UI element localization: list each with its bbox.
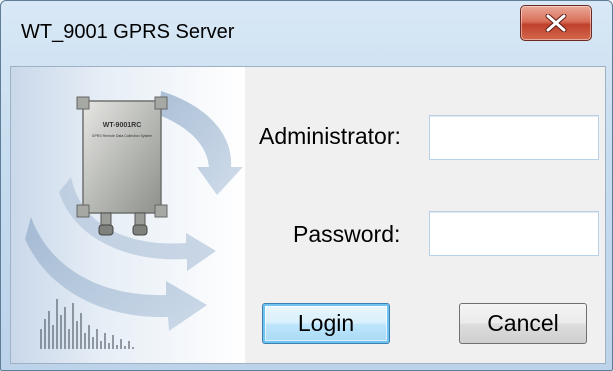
device-sublabel: GPRS Remote Data Collection System (92, 134, 153, 138)
title-bar[interactable]: WT_9001 GPRS Server (1, 1, 612, 65)
administrator-label: Administrator: (259, 123, 401, 149)
device-label: WT-9001RC (103, 122, 142, 129)
login-button[interactable]: Login (262, 303, 390, 344)
administrator-input[interactable] (429, 115, 599, 160)
password-input[interactable] (429, 211, 599, 256)
window-title: WT_9001 GPRS Server (21, 21, 235, 43)
close-button[interactable] (520, 5, 592, 41)
cancel-button[interactable]: Cancel (459, 303, 587, 344)
dialog-body: WT-9001RC GPRS Remote Data Collection Sy… (10, 66, 606, 364)
password-label: Password: (293, 221, 401, 247)
product-illustration: WT-9001RC GPRS Remote Data Collection Sy… (11, 67, 245, 363)
close-icon (545, 14, 567, 32)
window-frame: WT_9001 GPRS Server WT-9001RC GPRS Remot… (0, 0, 613, 371)
